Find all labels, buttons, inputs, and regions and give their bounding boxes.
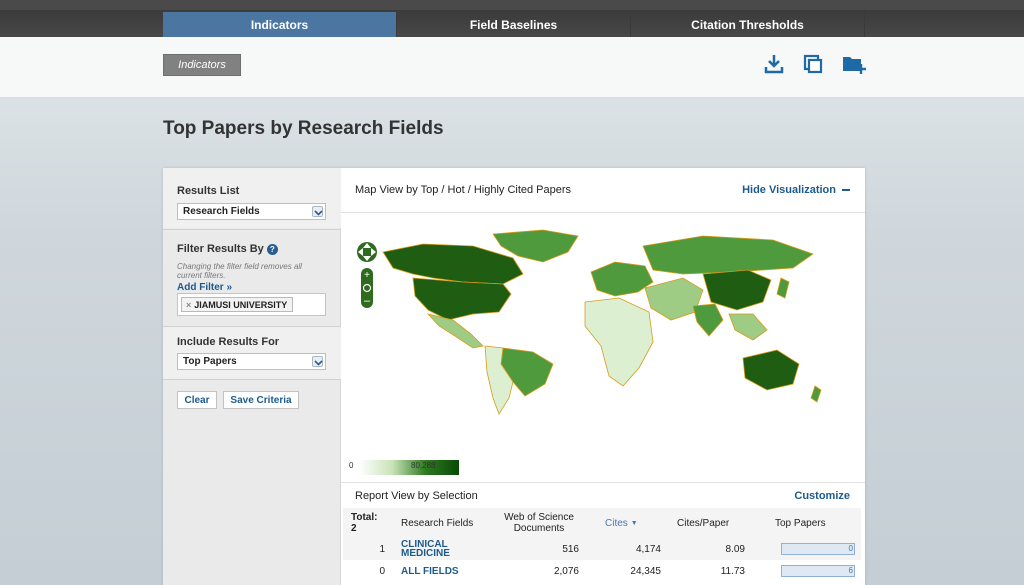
- results-list-value: Research Fields: [183, 206, 260, 217]
- save-criteria-button[interactable]: Save Criteria: [223, 391, 299, 409]
- map-region-middle-east: [644, 277, 704, 321]
- header-top-papers[interactable]: Top Papers: [775, 508, 826, 538]
- row-cites-per-paper: 11.73: [720, 565, 745, 577]
- filter-box: × JIAMUSI UNIVERSITY: [177, 293, 326, 316]
- chevron-down-icon: [312, 206, 323, 217]
- map-legend-bar: [359, 460, 459, 475]
- map-region-japan: [776, 277, 790, 299]
- header-cites[interactable]: Cites ▼: [605, 508, 638, 538]
- hide-visualization-link[interactable]: Hide Visualization: [742, 184, 850, 196]
- svg-text:+: +: [364, 270, 370, 281]
- filter-label-text: Filter Results By: [177, 243, 264, 255]
- map-region-india: [692, 303, 724, 337]
- clear-button[interactable]: Clear: [177, 391, 217, 409]
- hide-visualization-label: Hide Visualization: [742, 184, 836, 196]
- include-label: Include Results For: [177, 336, 280, 348]
- row-rank: 0: [379, 565, 385, 577]
- add-filter-link[interactable]: Add Filter »: [177, 282, 232, 293]
- results-list-select[interactable]: Research Fields: [177, 203, 326, 220]
- minus-icon: [842, 189, 850, 192]
- map-region-africa: [584, 297, 654, 387]
- row-docs: 516: [562, 543, 579, 555]
- divider: [163, 229, 341, 230]
- row-field-link[interactable]: CLINICAL MEDICINE: [401, 538, 471, 560]
- map-zoom-control: + –: [361, 268, 373, 308]
- map-region-russia: [642, 235, 814, 275]
- tab-citation-thresholds[interactable]: Citation Thresholds: [631, 12, 865, 37]
- header-wos-documents[interactable]: Web of Science Documents: [497, 508, 581, 538]
- nav-tabs: Indicators Field Baselines Citation Thre…: [163, 12, 865, 37]
- legend-max: 80,288: [411, 461, 436, 470]
- sub-toolbar: Indicators: [0, 37, 1024, 98]
- top-nav: Indicators Field Baselines Citation Thre…: [0, 0, 1024, 37]
- table-row: 1 CLINICAL MEDICINE 516 4,174 8.09 0: [343, 538, 861, 560]
- filter-chip[interactable]: × JIAMUSI UNIVERSITY: [181, 297, 294, 312]
- remove-icon[interactable]: ×: [186, 300, 191, 310]
- map-region-new-zealand: [810, 385, 822, 403]
- report-heading: Report View by Selection: [355, 490, 478, 502]
- map-region-se-asia: [728, 313, 768, 341]
- table-header: Total: 2 Research Fields Web of Science …: [343, 508, 861, 538]
- include-value: Top Papers: [183, 356, 237, 367]
- tab-field-baselines[interactable]: Field Baselines: [397, 12, 631, 37]
- map-pan-control: [357, 242, 377, 262]
- page-title: Top Papers by Research Fields: [163, 118, 444, 139]
- map-heading: Map View by Top / Hot / Highly Cited Pap…: [355, 184, 572, 196]
- map-region-canada: [382, 243, 524, 285]
- results-list-label: Results List: [177, 185, 240, 197]
- row-cites: 4,174: [635, 543, 661, 555]
- row-cites: 24,345: [630, 565, 661, 577]
- divider: [341, 482, 865, 483]
- help-icon[interactable]: ?: [266, 243, 278, 255]
- filter-chip-label: JIAMUSI UNIVERSITY: [194, 299, 288, 310]
- row-rank: 1: [379, 543, 385, 555]
- table-row: 0 ALL FIELDS 2,076 24,345 11.73 6: [343, 560, 861, 582]
- header-total: Total: 2: [351, 512, 378, 534]
- chevron-down-icon: [312, 356, 323, 367]
- row-cites-per-paper: 8.09: [725, 543, 745, 555]
- svg-text:–: –: [364, 295, 371, 307]
- divider: [341, 212, 865, 213]
- visualization-area: Map View by Top / Hot / Highly Cited Pap…: [341, 168, 865, 585]
- row-top-papers-bar: 6: [781, 565, 855, 577]
- tab-indicators[interactable]: Indicators: [163, 12, 397, 37]
- print-icon[interactable]: [802, 53, 824, 75]
- legend-min: 0: [349, 461, 354, 470]
- content-panel: Results List Research Fields Filter Resu…: [163, 168, 865, 585]
- download-icon[interactable]: [763, 53, 785, 75]
- customize-link[interactable]: Customize: [794, 490, 850, 502]
- world-map[interactable]: + –: [353, 222, 853, 422]
- add-folder-icon[interactable]: [842, 53, 866, 75]
- row-top-papers-bar: 0: [781, 543, 855, 555]
- header-cites-label: Cites: [605, 517, 628, 529]
- filter-sidebar: Results List Research Fields Filter Resu…: [163, 168, 341, 585]
- filter-hint: Changing the filter field removes all cu…: [177, 262, 302, 280]
- map-region-australia: [742, 349, 800, 391]
- map-region-mexico: [426, 313, 484, 349]
- header-research-fields[interactable]: Research Fields: [401, 508, 473, 538]
- include-select[interactable]: Top Papers: [177, 353, 326, 370]
- row-field-link[interactable]: ALL FIELDS: [401, 560, 491, 582]
- filter-label: Filter Results By?: [177, 243, 278, 255]
- header-cites-per-paper[interactable]: Cites/Paper: [677, 508, 729, 538]
- sort-down-icon: ▼: [630, 519, 638, 527]
- breadcrumb-indicators[interactable]: Indicators: [163, 54, 241, 76]
- map-region-europe: [590, 261, 654, 297]
- row-docs: 2,076: [553, 565, 579, 577]
